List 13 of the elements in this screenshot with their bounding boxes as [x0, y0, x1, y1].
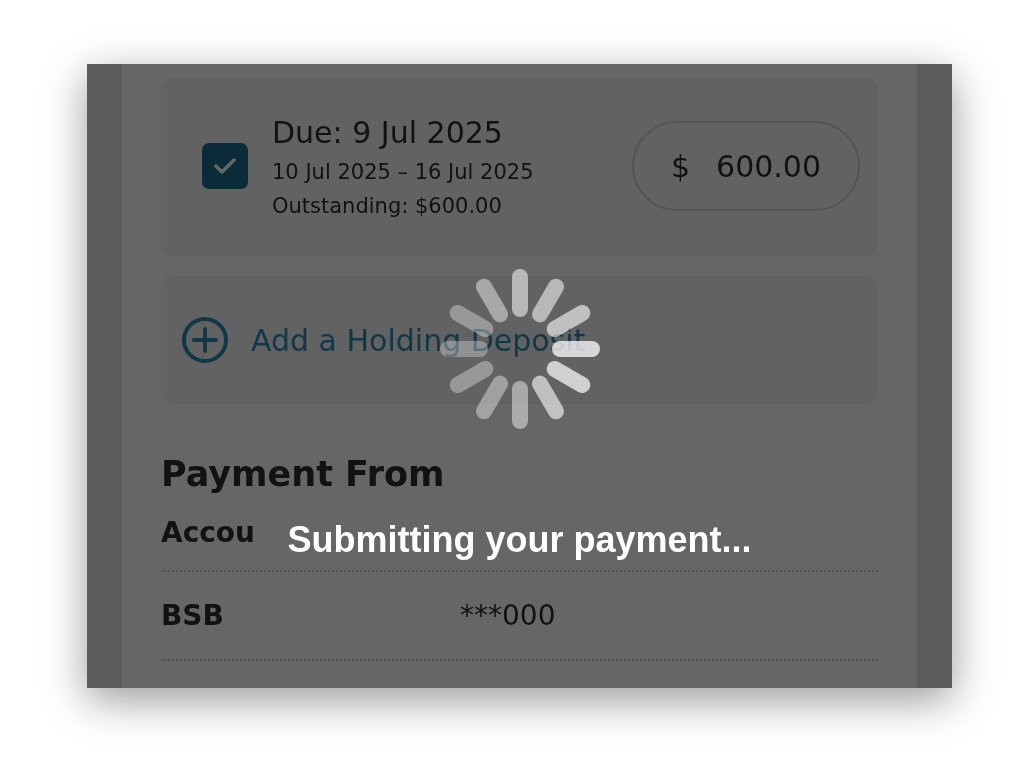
due-date: Due: 9 Jul 2025 [272, 114, 504, 150]
amount-field[interactable]: $ 600.00 [632, 121, 860, 211]
plus-circle-icon [181, 316, 229, 364]
outstanding-amount: Outstanding: $600.00 [272, 193, 503, 218]
loading-message: Submitting your payment... [287, 519, 752, 561]
date-range: 10 Jul 2025 – 16 Jul 2025 [272, 159, 535, 184]
field-value: ***000 [460, 599, 557, 632]
field-label: BSB [161, 599, 224, 632]
checkbox[interactable] [202, 143, 248, 189]
field-label: Accou [161, 515, 256, 549]
check-icon [214, 158, 236, 174]
add-deposit-button[interactable]: Add a Holding Deposit [161, 276, 878, 404]
section-heading: Payment From [161, 454, 446, 494]
